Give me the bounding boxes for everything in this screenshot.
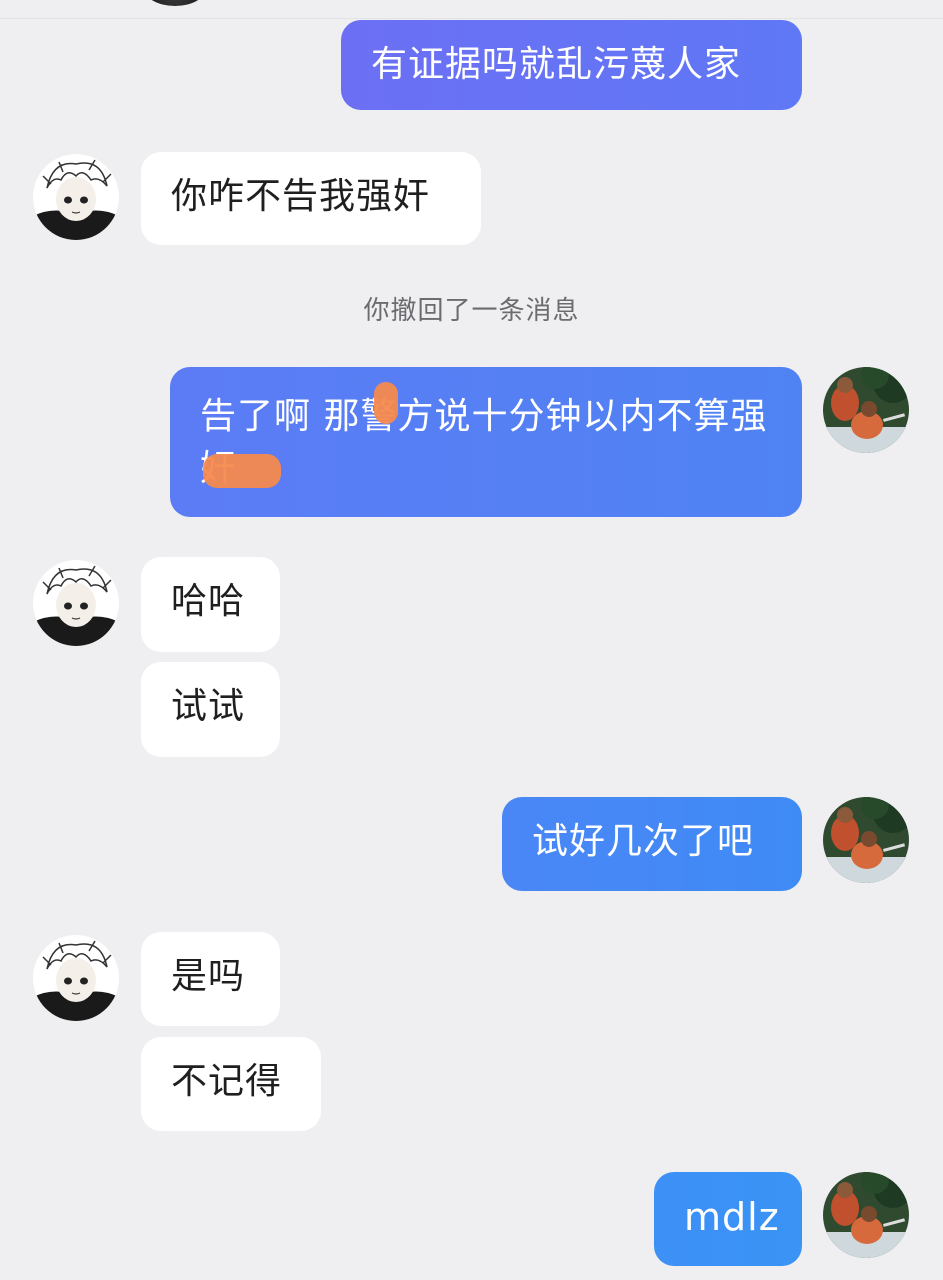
contact-avatar-icon[interactable] xyxy=(33,154,119,240)
message-bubble-incoming[interactable]: 不记得 xyxy=(141,1037,321,1131)
message-bubble-incoming[interactable]: 哈哈 xyxy=(141,557,280,652)
contact-avatar-icon[interactable] xyxy=(33,560,119,646)
self-avatar-icon[interactable] xyxy=(823,367,909,453)
message-bubble-incoming[interactable]: 你咋不告我强奸 xyxy=(141,152,481,245)
message-bubble-outgoing[interactable]: 告了啊 那警方说十分钟以内不算强奸 xyxy=(170,367,802,517)
message-bubble-outgoing[interactable]: 试好几次了吧 xyxy=(502,797,802,891)
self-avatar-icon[interactable] xyxy=(823,1172,909,1258)
self-avatar-icon[interactable] xyxy=(823,797,909,883)
contact-avatar-icon[interactable] xyxy=(33,935,119,1021)
header-divider xyxy=(0,18,943,19)
partial-avatar xyxy=(144,0,206,6)
message-bubble-incoming[interactable]: 试试 xyxy=(141,662,280,757)
message-bubble-outgoing[interactable]: 有证据吗就乱污蔑人家 xyxy=(341,20,802,110)
message-bubble-incoming[interactable]: 是吗 xyxy=(141,932,280,1026)
recall-notice: 你撤回了一条消息 xyxy=(363,296,580,326)
redaction-mark xyxy=(203,454,281,488)
message-bubble-outgoing[interactable]: mdlz xyxy=(654,1172,802,1266)
redaction-mark xyxy=(374,382,398,424)
